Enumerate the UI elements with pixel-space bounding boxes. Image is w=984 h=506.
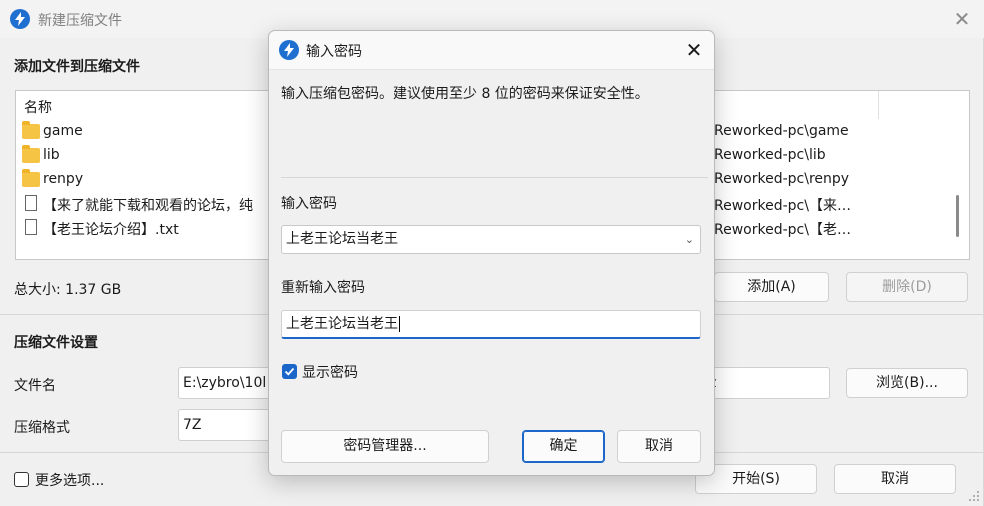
list-item-path: Reworked-pc\【来… xyxy=(714,198,851,214)
format-select[interactable]: 7Z xyxy=(178,409,278,441)
folder-icon xyxy=(22,145,40,163)
add-button[interactable]: 添加(A) xyxy=(714,272,829,302)
text-caret xyxy=(399,316,400,332)
reenter-password-input[interactable]: 上老王论坛当老王 xyxy=(281,310,701,339)
folder-icon xyxy=(22,121,40,139)
filename-label: 文件名 xyxy=(14,378,56,394)
delete-button[interactable]: 删除(D) xyxy=(846,272,968,302)
main-window-title: 新建压缩文件 xyxy=(38,13,122,29)
format-value: 7Z xyxy=(183,417,202,433)
password-value: 上老王论坛当老王 xyxy=(286,231,398,247)
dialog-title: 输入密码 xyxy=(306,44,362,60)
password-label: 输入密码 xyxy=(281,196,337,212)
list-item-name: game xyxy=(43,123,83,139)
list-item-name: lib xyxy=(43,147,60,163)
filename-value: E:\zybro\10l xyxy=(183,375,267,391)
list-item-path: Reworked-pc\renpy xyxy=(714,171,850,187)
total-size: 总大小: 1.37 GB xyxy=(14,282,122,298)
dialog-body: 输入压缩包密码。建议使用至少 8 位的密码来保证安全性。 输入密码 上老王论坛当… xyxy=(269,69,714,475)
checkmark-icon xyxy=(284,367,295,376)
dialog-divider xyxy=(281,177,708,178)
add-files-heading: 添加文件到压缩文件 xyxy=(14,59,140,75)
chevron-down-icon[interactable]: ⌄ xyxy=(685,226,694,253)
list-item-name: 【老王论坛介绍】.txt xyxy=(43,222,179,238)
browse-button[interactable]: 浏览(B)... xyxy=(846,368,968,398)
dialog-description: 输入压缩包密码。建议使用至少 8 位的密码来保证安全性。 xyxy=(281,86,649,102)
dialog-titlebar: 输入密码 ✕ xyxy=(269,31,714,69)
show-password-checkbox[interactable] xyxy=(282,364,297,379)
ok-button[interactable]: 确定 xyxy=(522,430,605,463)
main-cancel-button[interactable]: 取消 xyxy=(834,464,956,494)
reenter-password-value: 上老王论坛当老王 xyxy=(286,316,398,332)
file-icon xyxy=(25,219,37,235)
file-icon xyxy=(25,195,37,211)
main-close-icon[interactable]: ✕ xyxy=(951,9,973,31)
reenter-password-label: 重新输入密码 xyxy=(281,280,365,296)
resize-grip-icon[interactable] xyxy=(968,490,980,502)
more-options-checkbox[interactable] xyxy=(14,472,29,487)
column-divider xyxy=(878,91,879,119)
list-item-path: Reworked-pc\game xyxy=(714,123,849,139)
format-label: 压缩格式 xyxy=(14,420,70,436)
list-header-name[interactable]: 名称 xyxy=(24,97,52,117)
list-scrollbar[interactable] xyxy=(956,195,959,237)
list-item-name: 【来了就能下载和观看的论坛，纯 xyxy=(43,198,253,214)
show-password-label[interactable]: 显示密码 xyxy=(302,362,358,382)
dialog-app-icon xyxy=(279,40,299,60)
dialog-cancel-button[interactable]: 取消 xyxy=(617,430,701,463)
folder-icon xyxy=(22,169,40,187)
list-item-name: renpy xyxy=(43,171,84,187)
list-item-path: Reworked-pc\lib xyxy=(714,147,826,163)
list-item-path: Reworked-pc\【老… xyxy=(714,222,851,238)
dialog-close-icon[interactable]: ✕ xyxy=(683,40,705,62)
password-manager-button[interactable]: 密码管理器... xyxy=(281,430,489,463)
settings-heading: 压缩文件设置 xyxy=(14,335,98,351)
more-options-label[interactable]: 更多选项... xyxy=(35,470,104,490)
app-logo-icon xyxy=(10,9,30,29)
password-combobox[interactable]: 上老王论坛当老王 ⌄ xyxy=(281,225,701,254)
password-dialog: 输入密码 ✕ 输入压缩包密码。建议使用至少 8 位的密码来保证安全性。 输入密码… xyxy=(268,30,715,476)
